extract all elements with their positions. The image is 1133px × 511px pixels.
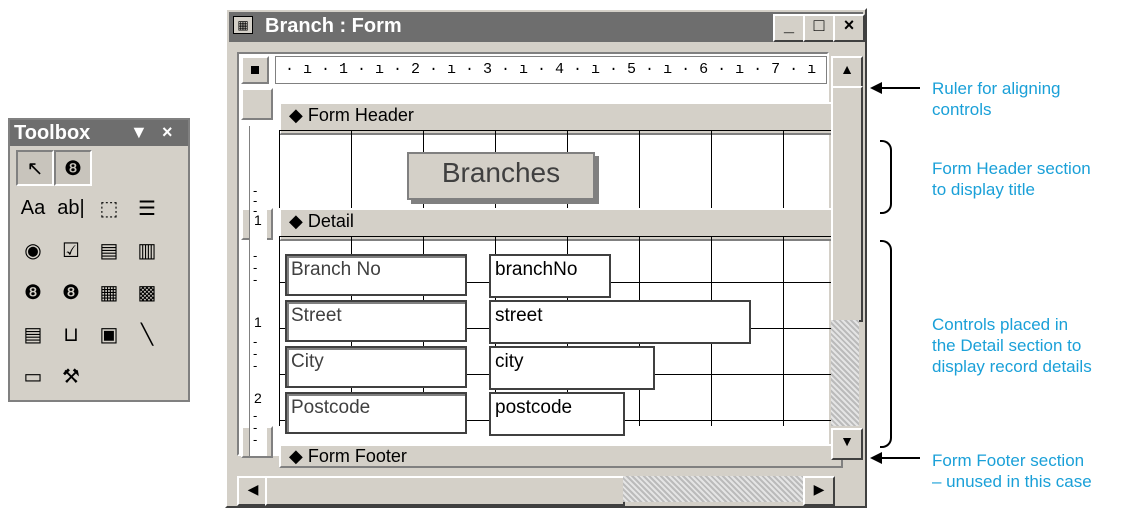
toolbox-titlebar[interactable]: Toolbox ▼ × — [10, 120, 188, 146]
form-header-label: Form Header — [307, 105, 414, 125]
rectangle-tool-icon[interactable]: ▭ — [16, 360, 50, 392]
horizontal-scroll-track[interactable] — [623, 476, 803, 502]
option-button-tool-icon[interactable]: ◉ — [16, 234, 50, 266]
list-box-tool-icon[interactable]: ▥ — [130, 234, 164, 266]
form-footer-bar[interactable]: ◆ Form Footer — [279, 444, 843, 468]
scroll-right-icon[interactable]: ▶ — [803, 476, 835, 506]
close-button[interactable]: × — [833, 14, 865, 42]
bound-object-frame-icon[interactable]: ▩ — [130, 276, 164, 308]
street-label[interactable]: Street — [285, 300, 467, 342]
toolbox-title: Toolbox — [14, 122, 91, 144]
form-title: Branch : Form — [265, 15, 402, 37]
vertical-scrollbar[interactable]: ▲ ▼ — [831, 54, 863, 460]
annotation-line: controls — [932, 100, 992, 119]
postcode-label[interactable]: Postcode — [285, 392, 467, 434]
detail-annotation: Controls placed in the Detail section to… — [932, 314, 1092, 377]
form-titlebar[interactable]: Branch : Form — [229, 12, 863, 42]
toolbox-panel: Toolbox ▼ × ↖ ❽ Aa ab| ⬚ ☰ ◉ ☑ ▤ ▥ ❽ ❽ ▦ ▩ ▤ ⊔ ▣ ╲ ▭ ⚒ — [8, 118, 190, 402]
vertical-scroll-track[interactable] — [831, 320, 859, 426]
option-group-tool-icon[interactable]: ⬚ — [92, 192, 126, 224]
ruler-annotation: Ruler for aligning controls — [932, 78, 1061, 120]
unbound-object-frame-icon[interactable]: ▦ — [92, 276, 126, 308]
city-label[interactable]: City — [285, 346, 467, 388]
more-controls-icon[interactable]: ⚒ — [54, 360, 88, 392]
vertical-ruler[interactable]: --- 1 --- 1 --- 2 --- — [249, 126, 267, 456]
section-icon: ◆ — [289, 211, 303, 231]
horizontal-scrollbar[interactable]: ◀ ▶ — [237, 476, 835, 506]
vertical-ruler-mark-2: 2 — [254, 390, 262, 406]
page-break-tool-icon[interactable]: ▤ — [16, 318, 50, 350]
vertical-ruler-mark-1b: 1 — [254, 314, 262, 330]
annotation-line: Form Footer section — [932, 451, 1085, 470]
annotation-line: – unused in this case — [932, 472, 1092, 491]
vertical-ruler-ticks: --- — [253, 248, 258, 287]
annotation-line: Ruler for aligning — [932, 79, 1061, 98]
detail-label: Detail — [307, 211, 354, 231]
toolbox-close-icon[interactable]: × — [162, 122, 173, 143]
header-section-selector[interactable] — [241, 88, 273, 120]
postcode-textbox[interactable]: postcode — [489, 392, 625, 436]
footer-arrow-line — [880, 457, 920, 459]
branches-title-label[interactable]: Branches — [407, 152, 595, 200]
text-box-tool-icon[interactable]: ab| — [54, 192, 88, 224]
ruler-arrow-line — [880, 87, 920, 89]
branchno-label[interactable]: Branch No — [285, 254, 467, 296]
maximize-button[interactable]: □ — [803, 14, 835, 42]
minimize-button[interactable]: _ — [773, 14, 805, 42]
form-window-icon[interactable]: ▦ — [233, 16, 253, 34]
section-icon: ◆ — [289, 446, 303, 466]
header-annotation: Form Header section to display title — [932, 158, 1091, 200]
annotation-line: display record details — [932, 357, 1092, 376]
form-footer-label: Form Footer — [307, 446, 407, 466]
label-tool-icon[interactable]: Aa — [16, 192, 50, 224]
image-tool-icon[interactable]: ❽ — [54, 276, 88, 308]
header-brace-icon — [880, 140, 892, 214]
annotation-line: Controls placed in — [932, 315, 1069, 334]
line-tool-icon[interactable]: ╲ — [130, 318, 164, 350]
section-icon: ◆ — [289, 105, 303, 125]
scroll-down-icon[interactable]: ▼ — [831, 428, 863, 460]
annotation-line: the Detail section to — [932, 336, 1082, 355]
vertical-ruler-ticks: --- — [253, 334, 258, 373]
street-textbox[interactable]: street — [489, 300, 751, 344]
detail-brace-icon — [880, 240, 892, 448]
scroll-up-icon[interactable]: ▲ — [831, 56, 863, 88]
footer-annotation: Form Footer section – unused in this cas… — [932, 450, 1092, 492]
select-pointer-icon[interactable]: ↖ — [16, 150, 54, 186]
check-box-tool-icon[interactable]: ☑ — [54, 234, 88, 266]
horizontal-ruler[interactable]: · ı · 1 · ı · 2 · ı · 3 · ı · 4 · ı · 5 … — [275, 56, 827, 84]
annotation-line: Form Header section — [932, 159, 1091, 178]
tab-control-tool-icon[interactable]: ⊔ — [54, 318, 88, 350]
subform-tool-icon[interactable]: ▣ — [92, 318, 126, 350]
horizontal-scroll-thumb[interactable] — [265, 476, 625, 506]
form-window: Branch : Form ▦ _ □ × · ı · 1 · ı · 2 · … — [225, 8, 867, 508]
city-textbox[interactable]: city — [489, 346, 655, 390]
command-button-tool-icon[interactable]: ❽ — [16, 276, 50, 308]
toolbox-dropdown-icon[interactable]: ▼ — [130, 122, 148, 143]
branchno-textbox[interactable]: branchNo — [489, 254, 611, 298]
vertical-scroll-thumb[interactable] — [831, 86, 863, 322]
form-selector-button[interactable] — [241, 56, 269, 84]
vertical-ruler-ticks: --- — [253, 408, 258, 447]
control-wizards-icon[interactable]: ❽ — [54, 150, 92, 186]
vertical-ruler-mark-1a: 1 — [254, 212, 262, 228]
toggle-button-tool-icon[interactable]: ☰ — [130, 192, 164, 224]
combo-box-tool-icon[interactable]: ▤ — [92, 234, 126, 266]
annotation-line: to display title — [932, 180, 1035, 199]
